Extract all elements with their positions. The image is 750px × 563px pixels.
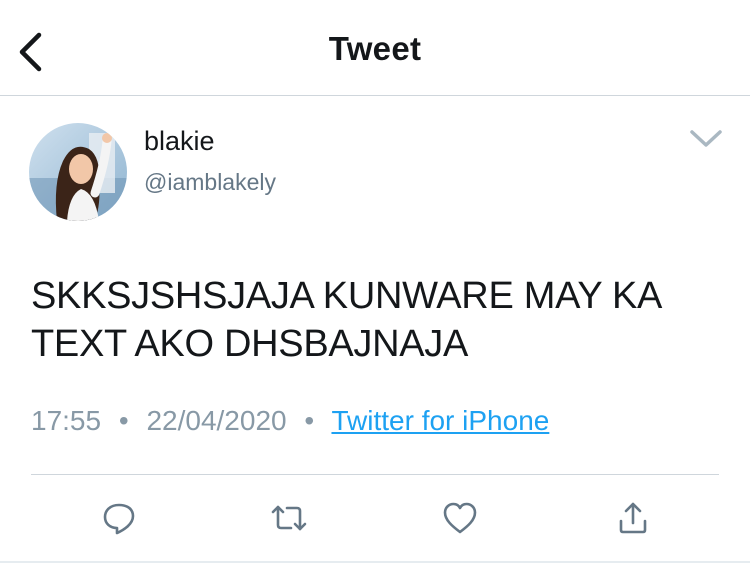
retweet-button[interactable]	[267, 496, 311, 540]
retweet-icon	[271, 505, 307, 531]
tweet-meta: 17:55 • 22/04/2020 • Twitter for iPhone	[31, 405, 549, 437]
page-title: Tweet	[328, 30, 422, 67]
tweet-text: SKKSJSHSJAJA KUNWARE MAY KA TEXT AKO DHS…	[31, 275, 660, 365]
share-button[interactable]	[611, 496, 655, 540]
reply-button[interactable]	[97, 496, 141, 540]
divider	[31, 474, 719, 475]
meta-separator: •	[304, 405, 315, 436]
author-display-name[interactable]: blakie	[144, 126, 215, 157]
like-button[interactable]	[438, 496, 482, 540]
chevron-down-icon	[690, 130, 722, 147]
avatar[interactable]	[29, 123, 127, 221]
tweet-date: 22/04/2020	[146, 405, 287, 436]
meta-separator: •	[118, 405, 129, 436]
avatar-image	[29, 123, 127, 221]
more-options-button[interactable]	[688, 124, 724, 152]
tweet-source-link[interactable]: Twitter for iPhone	[331, 405, 549, 436]
reply-icon	[103, 503, 135, 535]
heart-icon	[443, 502, 477, 534]
author-handle[interactable]: @iamblakely	[144, 169, 276, 196]
share-icon	[619, 502, 647, 534]
tweet-time: 17:55	[31, 405, 102, 436]
header-bar: Tweet	[0, 0, 750, 96]
